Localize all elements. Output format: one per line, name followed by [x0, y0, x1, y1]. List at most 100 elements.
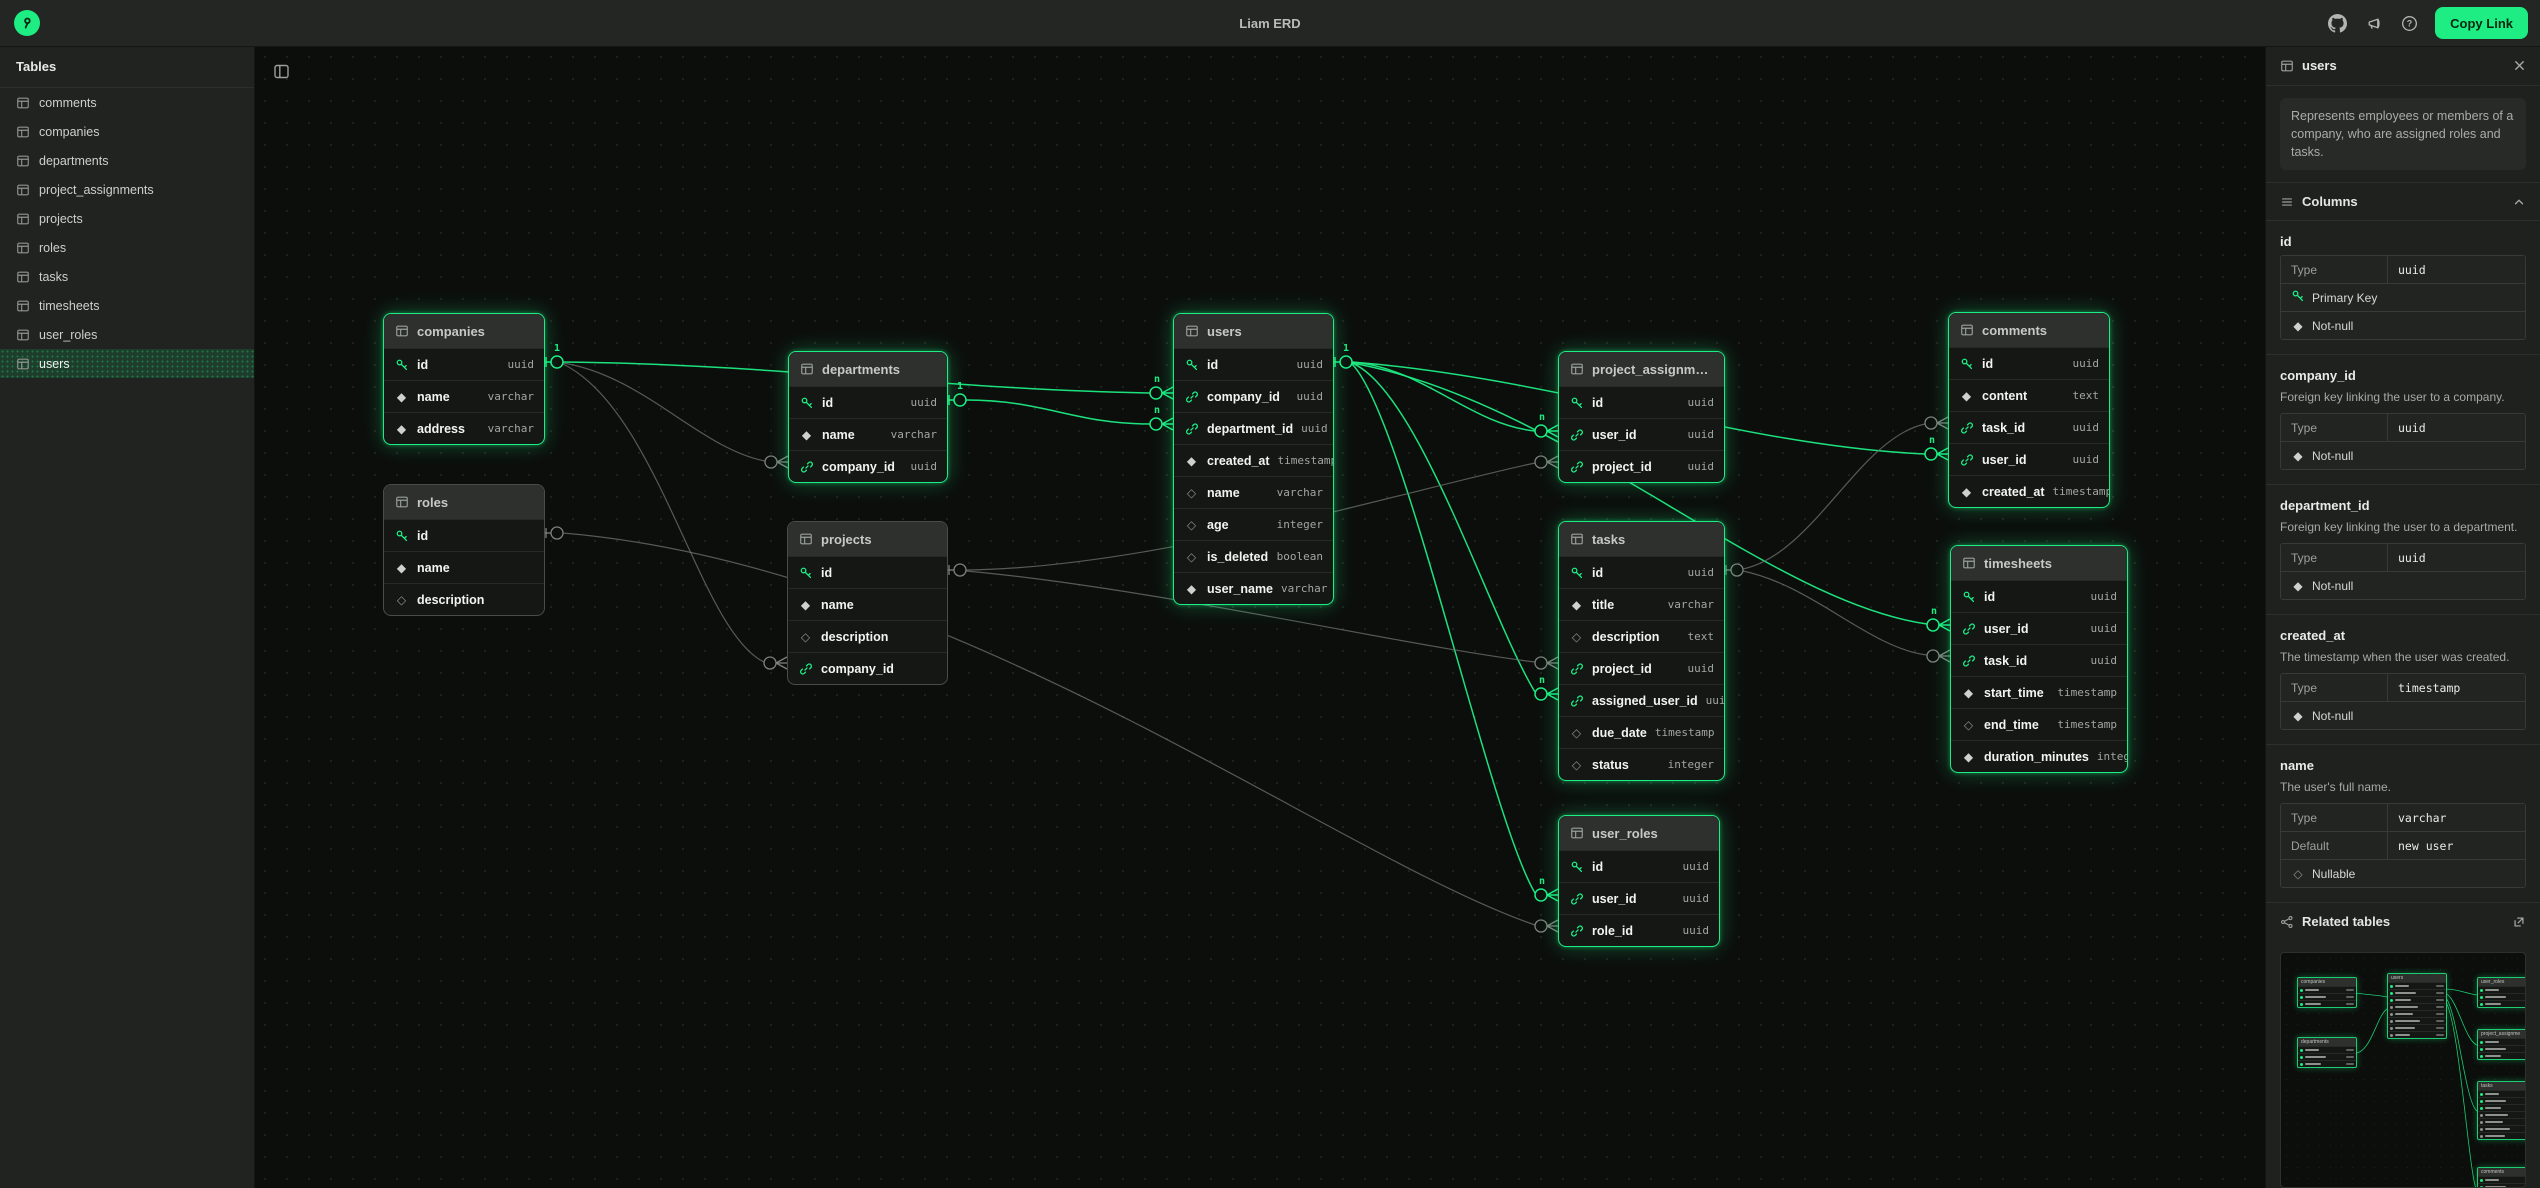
erd-column-row-created_at[interactable]: ◆created_attimestamp	[1949, 475, 2109, 507]
not-null-diamond-icon: ◆	[2293, 709, 2302, 723]
close-icon[interactable]	[2513, 59, 2526, 72]
erd-column-row-user_name[interactable]: ◆user_namevarchar	[1174, 572, 1333, 604]
chevron-up-icon[interactable]	[2512, 195, 2526, 209]
erd-table-project_assignments[interactable]: project_assignmentsiduuiduser_iduuidproj…	[1558, 351, 1725, 483]
erd-column-row-id[interactable]: iduuid	[1559, 556, 1724, 588]
erd-column-row-user_id[interactable]: user_iduuid	[1949, 443, 2109, 475]
erd-table-timesheets[interactable]: timesheetsiduuiduser_iduuidtask_iduuid◆s…	[1950, 545, 2128, 773]
erd-column-row-address[interactable]: ◆addressvarchar	[384, 412, 544, 444]
erd-column-row-user_id[interactable]: user_iduuid	[1559, 882, 1719, 914]
erd-column-row-due_date[interactable]: ◇due_datetimestamp	[1559, 716, 1724, 748]
not-null-diamond-icon: ◆	[1184, 455, 1199, 467]
erd-column-row-user_id[interactable]: user_iduuid	[1951, 612, 2127, 644]
github-icon[interactable]	[2327, 13, 2347, 33]
erd-column-row-name[interactable]: ◆namevarchar	[789, 418, 947, 450]
cardinality-label: 1	[957, 381, 963, 392]
erd-table-comments[interactable]: commentsiduuid◆contenttexttask_iduuiduse…	[1948, 312, 2110, 508]
open-related-icon[interactable]	[2512, 915, 2526, 929]
sidebar-item-projects[interactable]: projects	[0, 204, 254, 233]
sidebar-item-project_assignments[interactable]: project_assignments	[0, 175, 254, 204]
erd-column-type: integer	[2097, 750, 2128, 763]
erd-table-companies[interactable]: companiesiduuid◆namevarchar◆addressvarch…	[383, 313, 545, 445]
minimap-table-project_assignme: project_assignme	[2477, 1029, 2526, 1060]
erd-column-row-department_id[interactable]: department_iduuid	[1174, 412, 1333, 444]
erd-table-projects[interactable]: projectsid◆name◇descriptioncompany_id	[787, 521, 948, 685]
sidebar-item-timesheets[interactable]: timesheets	[0, 291, 254, 320]
erd-column-row-id[interactable]: iduuid	[384, 348, 544, 380]
erd-column-row-id[interactable]: iduuid	[789, 386, 947, 418]
erd-column-row-company_id[interactable]: company_iduuid	[1174, 380, 1333, 412]
erd-column-row-project_id[interactable]: project_iduuid	[1559, 450, 1724, 482]
erd-column-row-created_at[interactable]: ◆created_attimestamp	[1174, 444, 1333, 476]
erd-column-row-name[interactable]: ◆name	[788, 588, 947, 620]
cardinality-label: n	[1929, 435, 1935, 446]
erd-column-row-id[interactable]: id	[384, 519, 544, 551]
erd-column-row-user_id[interactable]: user_iduuid	[1559, 418, 1724, 450]
erd-column-name: end_time	[1984, 718, 2039, 732]
erd-column-row-description[interactable]: ◇description	[384, 583, 544, 615]
erd-column-row-start_time[interactable]: ◆start_timetimestamp	[1951, 676, 2127, 708]
sidebar-item-roles[interactable]: roles	[0, 233, 254, 262]
erd-column-row-id[interactable]: iduuid	[1951, 580, 2127, 612]
erd-column-row-end_time[interactable]: ◇end_timetimestamp	[1951, 708, 2127, 740]
foreign-key-link-icon	[1184, 390, 1199, 404]
crow-foot-line	[1937, 448, 1948, 454]
not-null-diamond-icon: ◆	[394, 391, 409, 403]
erd-column-row-company_id[interactable]: company_iduuid	[789, 450, 947, 482]
erd-table-tasks[interactable]: tasksiduuid◆titlevarchar◇descriptiontext…	[1558, 521, 1725, 781]
erd-column-row-role_id[interactable]: role_iduuid	[1559, 914, 1719, 946]
erd-column-row-id[interactable]: iduuid	[1559, 850, 1719, 882]
erd-column-row-project_id[interactable]: project_iduuid	[1559, 652, 1724, 684]
sidebar-item-user_roles[interactable]: user_roles	[0, 320, 254, 349]
copy-link-button[interactable]: Copy Link	[2435, 7, 2528, 39]
sidebar-item-users[interactable]: users	[0, 349, 254, 378]
help-icon[interactable]: ?	[2399, 13, 2419, 33]
erd-canvas[interactable]: 111nnnnnnn companiesiduuid◆namevarchar◆a…	[254, 46, 2266, 1188]
erd-column-row-status[interactable]: ◇statusinteger	[1559, 748, 1724, 780]
erd-column-row-duration_minutes[interactable]: ◆duration_minutesinteger	[1951, 740, 2127, 772]
erd-column-type: varchar	[1668, 598, 1714, 611]
crow-foot-line	[1939, 656, 1950, 662]
erd-column-type: varchar	[1277, 486, 1323, 499]
related-tables-minimap[interactable]: companiesdepartmentsusersuser_rolesproje…	[2280, 952, 2526, 1188]
columns-section-header[interactable]: Columns	[2266, 183, 2540, 220]
sidebar-item-companies[interactable]: companies	[0, 117, 254, 146]
erd-column-row-name[interactable]: ◇namevarchar	[1174, 476, 1333, 508]
erd-column-name: description	[417, 593, 484, 607]
erd-column-row-id[interactable]: iduuid	[1174, 348, 1333, 380]
erd-table-user_roles[interactable]: user_rolesiduuiduser_iduuidrole_iduuid	[1558, 815, 1720, 947]
sidebar-item-label: tasks	[39, 270, 68, 284]
erd-column-row-age[interactable]: ◇ageinteger	[1174, 508, 1333, 540]
sidebar-toggle-button[interactable]	[266, 56, 296, 86]
not-null-diamond-icon: ◆	[2293, 449, 2302, 463]
sidebar-item-comments[interactable]: comments	[0, 88, 254, 117]
erd-column-row-is_deleted[interactable]: ◇is_deletedboolean	[1174, 540, 1333, 572]
erd-column-row-content[interactable]: ◆contenttext	[1949, 379, 2109, 411]
erd-table-name: project_assignments	[1592, 362, 1713, 377]
erd-column-row-name[interactable]: ◆namevarchar	[384, 380, 544, 412]
erd-column-row-name[interactable]: ◆name	[384, 551, 544, 583]
erd-column-row-id[interactable]: id	[788, 556, 947, 588]
erd-table-users[interactable]: usersiduuidcompany_iduuiddepartment_iduu…	[1173, 313, 1334, 605]
minimap-edge	[2355, 993, 2387, 997]
erd-column-row-task_id[interactable]: task_iduuid	[1951, 644, 2127, 676]
erd-column-row-description[interactable]: ◇description	[788, 620, 947, 652]
erd-column-row-title[interactable]: ◆titlevarchar	[1559, 588, 1724, 620]
erd-column-type: timestamp	[1655, 726, 1715, 739]
table-icon	[16, 270, 30, 284]
megaphone-icon[interactable]	[2363, 13, 2383, 33]
erd-column-row-task_id[interactable]: task_iduuid	[1949, 411, 2109, 443]
primary-key-icon	[1569, 566, 1584, 580]
erd-column-name: due_date	[1592, 726, 1647, 740]
erd-column-row-id[interactable]: iduuid	[1559, 386, 1724, 418]
erd-column-row-company_id[interactable]: company_id	[788, 652, 947, 684]
sidebar-item-departments[interactable]: departments	[0, 146, 254, 175]
erd-column-row-id[interactable]: iduuid	[1949, 347, 2109, 379]
erd-table-roles[interactable]: rolesid◆name◇description	[383, 484, 545, 616]
erd-column-row-assigned_user_id[interactable]: assigned_user_iduuid	[1559, 684, 1724, 716]
erd-table-departments[interactable]: departmentsiduuid◆namevarcharcompany_idu…	[788, 351, 948, 483]
sidebar-item-tasks[interactable]: tasks	[0, 262, 254, 291]
erd-column-row-description[interactable]: ◇descriptiontext	[1559, 620, 1724, 652]
erd-column-type: uuid	[1683, 924, 1710, 937]
erd-column-type: timestamp	[2057, 686, 2117, 699]
